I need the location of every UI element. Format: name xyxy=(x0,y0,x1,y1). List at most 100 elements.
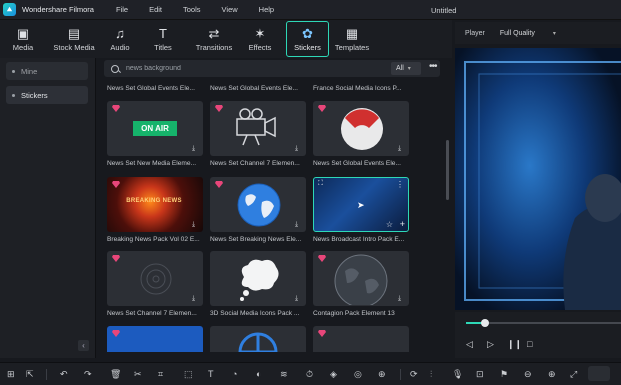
download-icon[interactable]: ⤓ xyxy=(398,145,405,153)
dark-globe-graphic xyxy=(334,254,388,305)
play-icon[interactable]: ▷ xyxy=(487,339,494,350)
sidebar-item-mine[interactable]: Mine xyxy=(6,62,88,80)
premium-gem-icon xyxy=(318,105,326,112)
sticker-card-radar[interactable]: ⤓ xyxy=(107,251,203,306)
sticker-card-camera[interactable]: ⤓ xyxy=(210,101,306,156)
cursor-icon: ➤ xyxy=(357,200,365,210)
sticker-card-on-air[interactable]: ON AIR ⤓ xyxy=(107,101,203,156)
record-button[interactable] xyxy=(588,366,610,381)
download-icon[interactable]: ⤓ xyxy=(295,221,302,229)
premium-gem-icon xyxy=(318,330,326,337)
redo-icon[interactable]: ↷ xyxy=(84,369,92,379)
search-icon xyxy=(111,64,119,73)
sticker-card-globe[interactable]: ⤓ xyxy=(210,177,306,232)
download-icon[interactable]: ⤓ xyxy=(295,145,302,153)
stabilize-icon[interactable]: ⊕ xyxy=(378,369,386,379)
search-input[interactable] xyxy=(126,65,326,72)
crop-icon[interactable]: ⌗ xyxy=(158,369,163,379)
download-icon[interactable]: ⤓ xyxy=(398,295,405,303)
filter-dropdown[interactable]: All ▾ xyxy=(391,62,421,75)
premium-gem-icon xyxy=(112,330,120,337)
filter-value: All xyxy=(396,65,404,72)
download-icon[interactable]: ⤓ xyxy=(192,221,199,229)
delete-icon[interactable]: 🗑 xyxy=(110,369,121,379)
tab-stickers[interactable]: ✿ Stickers xyxy=(286,21,329,57)
playback-scrubber-handle[interactable] xyxy=(480,319,489,327)
sticker-card-speech-bubble[interactable]: ⤓ xyxy=(210,251,306,306)
radar-circles-graphic xyxy=(140,263,172,295)
playback-progress-track[interactable] xyxy=(466,322,621,324)
transitions-icon: ⇄ xyxy=(208,25,220,41)
download-icon[interactable]: ⤓ xyxy=(295,295,302,303)
video-preview[interactable] xyxy=(455,48,621,310)
menu-edit[interactable]: Edit xyxy=(149,5,162,14)
previous-frame-icon[interactable]: ◁ xyxy=(466,339,473,350)
stop-icon[interactable]: □ xyxy=(527,339,532,349)
tab-audio[interactable]: ♫ Audio xyxy=(102,20,138,58)
timeline-toolbar: ⊞ ⇱ ↶ ↷ 🗑 ✂ ⌗ ⬚ T ◔ ◐ ≋ ⏱ ◈ ◎ ⊕ ⟳ ⫶ 🎙 ⊡ … xyxy=(0,362,621,385)
playback-controls: ◁ ▷ ❙❙ □ xyxy=(455,312,621,358)
tab-stock-media[interactable]: ▤ Stock Media xyxy=(46,20,102,58)
sticker-card-red-sphere[interactable]: ⤓ xyxy=(313,101,409,156)
snapshot-icon[interactable]: ⊡ xyxy=(476,369,484,379)
color-icon[interactable]: ◐ xyxy=(256,369,261,379)
toolbar-divider xyxy=(46,369,47,380)
text-icon[interactable]: T xyxy=(208,369,214,379)
download-icon[interactable]: ⤓ xyxy=(192,295,199,303)
fullscreen-icon[interactable]: ⤢ xyxy=(570,369,577,379)
more-vertical-icon[interactable]: ⋮ xyxy=(396,180,404,189)
tab-effects[interactable]: ✶ Effects xyxy=(240,20,280,58)
search-bar: All ▾ ••• xyxy=(104,60,440,77)
sticker-card-partial[interactable] xyxy=(210,326,306,352)
favorite-star-icon[interactable]: ☆ xyxy=(386,220,393,229)
zoom-in-icon[interactable]: ⊕ xyxy=(548,369,556,379)
download-icon[interactable]: ⤓ xyxy=(192,145,199,153)
layout-icon[interactable]: ⊞ xyxy=(7,369,15,379)
grid-scrollbar[interactable] xyxy=(446,140,449,200)
mask-icon[interactable]: ◎ xyxy=(354,369,362,379)
sticker-card-dark-globe[interactable]: ⤓ xyxy=(313,251,409,306)
filmora-logo-icon xyxy=(3,3,16,16)
sticker-card-partial[interactable] xyxy=(313,326,409,352)
menu-help[interactable]: Help xyxy=(259,5,274,14)
sticker-caption: News Set Breaking News Ele... xyxy=(210,236,302,243)
tab-titles[interactable]: T Titles xyxy=(138,20,188,58)
add-plus-icon[interactable]: + xyxy=(400,219,405,229)
sidebar-item-label: Mine xyxy=(21,66,38,76)
quality-dropdown[interactable]: Full Quality xyxy=(500,30,535,37)
tab-media[interactable]: ▣ Media xyxy=(0,20,46,58)
menu-view[interactable]: View xyxy=(222,5,238,14)
premium-gem-icon xyxy=(215,105,223,112)
zoom-out-icon[interactable]: ⊖ xyxy=(524,369,532,379)
tab-templates[interactable]: ▦ Templates xyxy=(329,20,375,58)
media-icon: ▣ xyxy=(16,25,30,41)
render-icon[interactable]: ⟳ xyxy=(410,369,418,379)
collapse-sidebar-button[interactable]: ‹ xyxy=(78,340,89,351)
sticker-caption: France Social Media Icons P... xyxy=(313,85,402,92)
timer-icon[interactable]: ⏱ xyxy=(306,369,313,379)
tab-transitions[interactable]: ⇄ Transitions xyxy=(188,20,240,58)
audio-mixer-icon[interactable]: ⫶ xyxy=(430,369,432,379)
sidebar-item-label: Stickers xyxy=(21,90,48,100)
sticker-card-breaking-news[interactable]: BREAKING NEWS ⤓ xyxy=(107,177,203,232)
voiceover-mic-icon[interactable]: 🎙 xyxy=(452,369,463,379)
more-options-icon[interactable]: ••• xyxy=(429,61,437,72)
menu-tools[interactable]: Tools xyxy=(183,5,201,14)
transform-icon[interactable]: ⬚ xyxy=(184,369,193,379)
select-cursor-icon[interactable]: ⇱ xyxy=(26,369,34,379)
sticker-card-broadcast-selected[interactable]: ⛶ ⋮ ➤ ☆ + xyxy=(313,177,409,232)
speed-icon[interactable]: ◔ xyxy=(232,369,237,379)
menu-file[interactable]: File xyxy=(116,5,128,14)
pause-icon[interactable]: ❙❙ xyxy=(507,339,522,350)
undo-icon[interactable]: ↶ xyxy=(60,369,68,379)
sidebar-item-stickers[interactable]: Stickers xyxy=(6,86,88,104)
cut-scissors-icon[interactable]: ✂ xyxy=(134,369,142,379)
category-sidebar: Mine Stickers ‹ xyxy=(0,58,96,358)
keyframe-icon[interactable]: ◈ xyxy=(330,369,337,379)
marker-icon[interactable]: ⚑ xyxy=(500,369,508,379)
premium-gem-icon xyxy=(318,255,326,262)
preview-expand-icon[interactable]: ⛶ xyxy=(318,180,323,188)
sticker-card-partial[interactable] xyxy=(107,326,203,352)
sticker-caption: Breaking News Pack Vol 02 E... xyxy=(107,236,200,243)
audio-wave-icon[interactable]: ≋ xyxy=(280,369,288,379)
